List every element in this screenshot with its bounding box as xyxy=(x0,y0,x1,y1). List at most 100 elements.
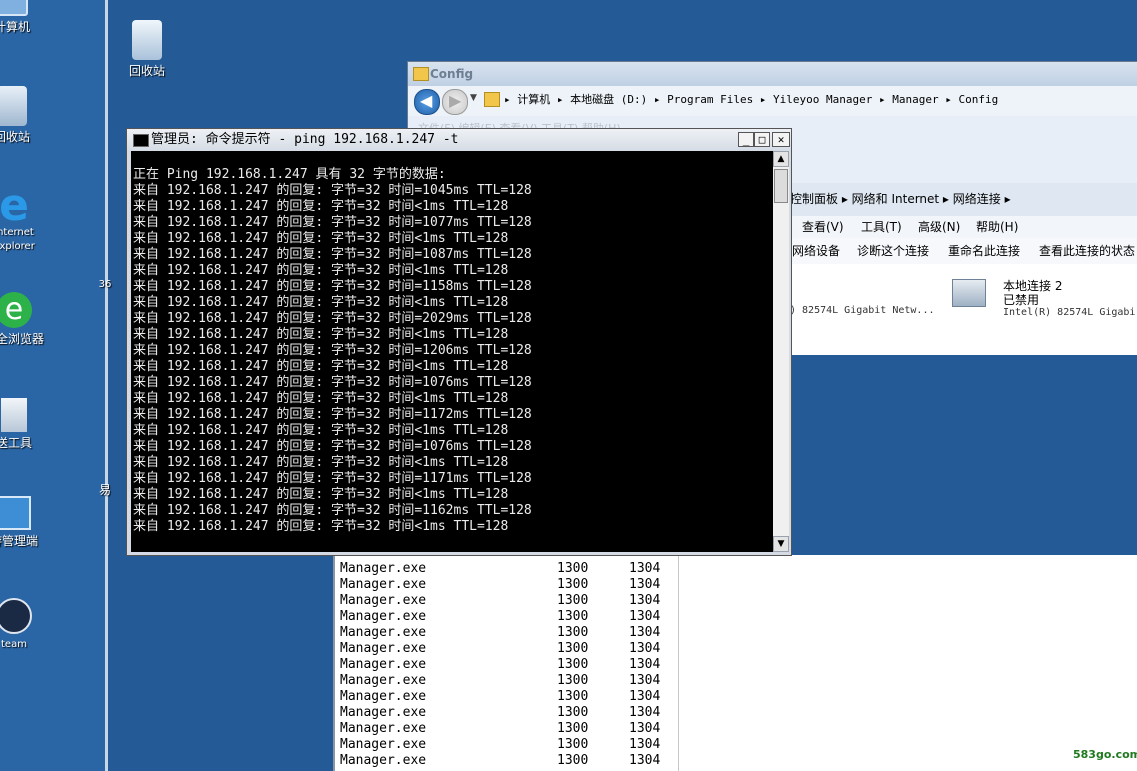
safe-browser-icon: e xyxy=(0,292,32,328)
desktop-icon-label: 回收站 xyxy=(128,64,165,78)
desktop-icon-recycle-bin[interactable]: 回收站 xyxy=(107,20,187,79)
console-line: 来自 192.168.1.247 的回复: 字节=32 时间<1ms TTL=1… xyxy=(133,231,509,246)
process-ppid: 1304 xyxy=(629,721,661,736)
arrow-left-icon: ◀ xyxy=(420,91,433,110)
process-name: Manager.exe xyxy=(340,609,427,624)
console-line: 来自 192.168.1.247 的回复: 字节=32 时间=1045ms TT… xyxy=(133,183,532,198)
back-button[interactable]: ◀ xyxy=(414,89,440,115)
chevron-down-icon[interactable]: ▼ xyxy=(470,93,477,103)
console-line: 来自 192.168.1.247 的回复: 字节=32 时间<1ms TTL=1… xyxy=(133,455,509,470)
console-line: 来自 192.168.1.247 的回复: 字节=32 时间=2029ms TT… xyxy=(133,311,532,326)
desktop-icon-game-manager[interactable]: 游管理端 xyxy=(0,496,54,549)
maximize-button[interactable]: □ xyxy=(754,132,770,147)
cmd-rename[interactable]: 重命名此连接 xyxy=(948,238,1020,264)
process-pid: 1300 xyxy=(557,737,589,752)
network-command-bar: 网络设备 诊断这个连接 重命名此连接 查看此连接的状态 xyxy=(790,238,1137,264)
network-adapter-icon xyxy=(952,279,986,307)
cmd-network-device[interactable]: 网络设备 xyxy=(792,238,840,264)
scroll-up-button[interactable]: ▲ xyxy=(773,151,789,167)
network-breadcrumb[interactable]: 控制面板 ▸ 网络和 Internet ▸ 网络连接 ▸ xyxy=(790,183,1137,216)
desktop-icon-partial-36[interactable]: 36 xyxy=(80,276,130,290)
process-ppid: 1304 xyxy=(629,625,661,640)
process-list-empty-area xyxy=(678,555,1137,771)
console-line: 来自 192.168.1.247 的回复: 字节=32 时间=1171ms TT… xyxy=(133,471,532,486)
recycle-bin-icon xyxy=(0,86,27,126)
process-ppid: 1304 xyxy=(629,737,661,752)
process-name: Manager.exe xyxy=(340,705,427,720)
steam-icon xyxy=(0,598,32,634)
folder-icon xyxy=(484,92,500,107)
connection-device: ) 82574L Gigabit Netw... xyxy=(790,305,935,316)
process-name: Manager.exe xyxy=(340,641,427,656)
process-ppid: 1304 xyxy=(629,609,661,624)
cmd-diagnose[interactable]: 诊断这个连接 xyxy=(857,238,929,264)
process-pid: 1300 xyxy=(557,641,589,656)
process-pid: 1300 xyxy=(557,689,589,704)
arrow-down-icon: ▼ xyxy=(777,539,785,549)
internet-explorer-icon: e xyxy=(0,180,29,231)
process-name: Manager.exe xyxy=(340,673,427,688)
network-menu-bar: 查看(V) 工具(T) 高级(N) 帮助(H) xyxy=(790,216,1137,238)
process-ppid: 1304 xyxy=(629,641,661,656)
menu-view[interactable]: 查看(V) xyxy=(802,216,844,238)
process-pid: 1300 xyxy=(557,593,589,608)
arrow-up-icon: ▲ xyxy=(777,154,785,164)
console-line: 来自 192.168.1.247 的回复: 字节=32 时间<1ms TTL=1… xyxy=(133,391,509,406)
desktop-icon-ie[interactable]: e Internet Explorer xyxy=(0,180,54,253)
explorer-title-bar[interactable]: Config xyxy=(408,62,1137,86)
scroll-down-button[interactable]: ▼ xyxy=(773,536,789,552)
menu-tools[interactable]: 工具(T) xyxy=(861,216,902,238)
cmd-title: 管理员: 命令提示符 - ping 192.168.1.247 -t xyxy=(151,132,459,147)
process-pid: 1300 xyxy=(557,721,589,736)
process-pid: 1300 xyxy=(557,705,589,720)
desktop-icon-safe-browser[interactable]: e 安全浏览器 xyxy=(0,292,54,347)
process-name: Manager.exe xyxy=(340,625,427,640)
desktop-icon-label: 安全浏览器 xyxy=(0,332,44,346)
desktop-icon-label: 游管理端 xyxy=(0,534,38,548)
desktop-icon-computer[interactable]: 计算机 xyxy=(0,0,52,35)
connection-item-1[interactable]: ) 82574L Gigabit Netw... xyxy=(790,305,935,316)
desktop-icon-label: team xyxy=(1,639,27,650)
computer-icon xyxy=(0,0,28,16)
process-pid: 1300 xyxy=(557,625,589,640)
console-header: 正在 Ping 192.168.1.247 具有 32 字节的数据: xyxy=(133,167,446,182)
menu-advanced[interactable]: 高级(N) xyxy=(918,216,960,238)
process-name: Manager.exe xyxy=(340,577,427,592)
scroll-thumb[interactable] xyxy=(774,169,788,203)
process-name: Manager.exe xyxy=(340,593,427,608)
process-ppid: 1304 xyxy=(629,689,661,704)
console-output[interactable]: 正在 Ping 192.168.1.247 具有 32 字节的数据: 来自 19… xyxy=(131,151,773,552)
desktop-icon-label: 易 xyxy=(98,483,111,497)
process-list: Manager.exe 1300 1304 Manager.exe 1300 1304 Ma… xyxy=(333,555,680,771)
process-name: Manager.exe xyxy=(340,561,427,576)
address-path[interactable]: ▸ 计算机 ▸ 本地磁盘 (D:) ▸ Program Files ▸ Yile… xyxy=(504,90,998,110)
console-line: 来自 192.168.1.247 的回复: 字节=32 时间<1ms TTL=1… xyxy=(133,423,509,438)
console-line: 来自 192.168.1.247 的回复: 字节=32 时间<1ms TTL=1… xyxy=(133,327,509,342)
close-button[interactable]: ✕ xyxy=(772,132,790,147)
monitor-icon xyxy=(0,496,31,530)
console-line: 来自 192.168.1.247 的回复: 字节=32 时间=1076ms TT… xyxy=(133,375,532,390)
desktop-icon-recycle-bin-left[interactable]: 回收站 xyxy=(0,86,52,145)
cmd-view-status[interactable]: 查看此连接的状态 xyxy=(1039,238,1135,264)
forward-button[interactable]: ▶ xyxy=(442,89,468,115)
minimize-button[interactable]: _ xyxy=(738,132,754,147)
process-pid: 1300 xyxy=(557,609,589,624)
desktop-icon-partial-yi[interactable]: 易 xyxy=(80,481,130,498)
process-ppid: 1304 xyxy=(629,753,661,768)
vertical-scrollbar[interactable]: ▲ ▼ xyxy=(773,151,789,552)
process-ppid: 1304 xyxy=(629,673,661,688)
console-line: 来自 192.168.1.247 的回复: 字节=32 时间=1077ms TT… xyxy=(133,215,532,230)
menu-help[interactable]: 帮助(H) xyxy=(976,216,1018,238)
arrow-right-icon: ▶ xyxy=(449,91,462,110)
connection-list: ) 82574L Gigabit Netw... 本地连接 2 已禁用 Inte… xyxy=(790,265,1137,355)
explorer-address-bar: ◀ ▶ ▼ ▸ 计算机 ▸ 本地磁盘 (D:) ▸ Program Files … xyxy=(408,86,1137,116)
cmd-title-bar[interactable]: 管理员: 命令提示符 - ping 192.168.1.247 -t _ □ ✕ xyxy=(127,129,791,151)
desktop-icon-tools[interactable]: 送工具 xyxy=(0,398,54,451)
cmd-icon xyxy=(133,134,149,147)
desktop-icon-steam[interactable]: team xyxy=(0,598,54,650)
console-line: 来自 192.168.1.247 的回复: 字节=32 时间=1206ms TT… xyxy=(133,343,532,358)
console-line: 来自 192.168.1.247 的回复: 字节=32 时间<1ms TTL=1… xyxy=(133,199,509,214)
process-ppid: 1304 xyxy=(629,577,661,592)
cmd-window[interactable]: 管理员: 命令提示符 - ping 192.168.1.247 -t _ □ ✕… xyxy=(126,128,792,556)
connection-item-2[interactable]: 本地连接 2 已禁用 Intel(R) 82574L Gigabi xyxy=(952,275,1137,335)
